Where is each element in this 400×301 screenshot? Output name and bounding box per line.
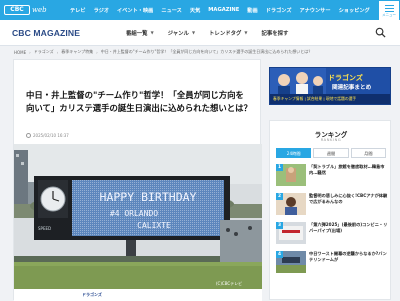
ranking-item[interactable]: 3 「第六弾2025」(最後前の)コンビニ・リバーパイプ(出場) bbox=[276, 222, 388, 248]
breadcrumb-home[interactable]: HOME bbox=[14, 50, 26, 55]
nav-dragons[interactable]: ドラゴンズ bbox=[262, 7, 296, 14]
nav-announcer[interactable]: アナウンサー bbox=[296, 7, 335, 14]
subnav-programs[interactable]: 番組一覧 ▼ bbox=[126, 29, 154, 37]
ranking-item[interactable]: 1 「契トラブル」旅館を徹底取材…韓島市内…騒然 bbox=[276, 164, 388, 190]
nav-tv[interactable]: テレビ bbox=[66, 7, 90, 14]
magazine-brand[interactable]: CBC MAGAZINE bbox=[0, 28, 126, 38]
logo-box: CBC bbox=[4, 5, 30, 15]
banner-subtitle: 関連記事まとめ bbox=[332, 85, 372, 91]
chevron-down-icon: ▼ bbox=[244, 30, 248, 35]
global-nav: テレビ ラジオ イベント・映画 ニュース 天気 MAGAZINE 動画 ドラゴン… bbox=[66, 0, 400, 20]
ranking-tab-24h[interactable]: 24時間 bbox=[276, 148, 312, 158]
nav-video[interactable]: 動画 bbox=[243, 7, 261, 14]
article-date-text: 2025/02/10 16:37 bbox=[33, 133, 69, 138]
ranking-panel: ランキング RANKING 24時間 週間 月間 1 「契トラブル」旅館を徹底取… bbox=[269, 120, 391, 300]
cbc-web-logo[interactable]: CBC web bbox=[0, 0, 66, 20]
article-date: 2025/02/10 16:37 bbox=[26, 133, 69, 138]
subnav-genre[interactable]: ジャンル ▼ bbox=[168, 29, 195, 37]
ranking-tab-weekly[interactable]: 週間 bbox=[313, 148, 349, 158]
svg-text:SPEED: SPEED bbox=[38, 226, 51, 231]
top-bar: CBC web テレビ ラジオ イベント・映画 ニュース 天気 MAGAZINE… bbox=[0, 0, 400, 20]
article-tag-strip bbox=[14, 289, 262, 301]
ranking-tabs: 24時間 週間 月間 bbox=[276, 148, 386, 158]
ranking-item[interactable]: 4 中日ワースト開幕の逆襲からなるか?バンテリンドームが bbox=[276, 251, 388, 277]
nav-event-movie[interactable]: イベント・映画 bbox=[113, 7, 157, 14]
subnav-trend-tag[interactable]: トレンドタグ ▼ bbox=[209, 29, 247, 37]
ranking-item-text: 「第六弾2025」(最後前の)コンビニ・リバーパイプ(出場) bbox=[309, 222, 388, 233]
ranking-item-text: 「契トラブル」旅館を徹底取材…韓島市内…騒然 bbox=[309, 164, 385, 175]
breadcrumb-separator: › bbox=[29, 49, 31, 55]
menu-button[interactable]: メニュー bbox=[378, 0, 400, 22]
ranking-tab-monthly[interactable]: 月間 bbox=[350, 148, 386, 158]
breadcrumb-separator: › bbox=[56, 49, 59, 55]
ranking-number: 3 bbox=[276, 222, 283, 229]
subnav-programs-label: 番組一覧 bbox=[126, 30, 148, 37]
scoreboard-line-1: HAPPY BIRTHDAY bbox=[100, 190, 197, 204]
breadcrumb-separator: › bbox=[96, 49, 98, 55]
dragons-tag[interactable]: ドラゴンズ bbox=[82, 292, 102, 298]
ranking-thumbnail: 4 bbox=[276, 251, 306, 273]
nav-weather[interactable]: 天気 bbox=[186, 7, 204, 14]
ranking-number: 2 bbox=[276, 193, 283, 200]
clock-icon bbox=[26, 133, 31, 138]
ranking-item[interactable]: 2 監督明の悲しみに心抜く!CBCアナが体験で広がるみんなの bbox=[276, 193, 388, 219]
ranking-number: 4 bbox=[276, 251, 283, 258]
subnav-search-articles-label: 記事を探す bbox=[261, 30, 289, 37]
magazine-header: CBC MAGAZINE 番組一覧 ▼ ジャンル ▼ トレンドタグ ▼ 記事を探す bbox=[0, 20, 400, 46]
search-icon[interactable] bbox=[375, 27, 386, 38]
scoreboard-line-3: CALIXTE bbox=[137, 221, 171, 230]
chevron-down-icon: ▼ bbox=[191, 30, 196, 35]
banner-strip: 春季キャンプ情報 | 試合結果 | 現地で話題の選手 bbox=[270, 94, 390, 104]
magazine-subnav: 番組一覧 ▼ ジャンル ▼ トレンドタグ ▼ 記事を探す bbox=[126, 29, 302, 37]
subnav-genre-label: ジャンル bbox=[167, 30, 189, 37]
ranking-thumbnail: 3 bbox=[276, 222, 306, 244]
stadium-scoreboard-photo: SPEED HAPPY BIRTHDAY #4 ORLANDO CALIXTE bbox=[14, 144, 262, 290]
article-headline: 中日・井上監督の"チーム作り"哲学！「全員が同じ方向を向いて」カリステ選手の誕生… bbox=[26, 90, 252, 113]
ranking-number: 1 bbox=[276, 164, 283, 171]
ranking-thumbnail: 2 bbox=[276, 193, 306, 215]
logo-web-text: web bbox=[32, 6, 47, 14]
article-card: 中日・井上監督の"チーム作り"哲学！「全員が同じ方向を向いて」カリステ選手の誕生… bbox=[13, 59, 262, 301]
breadcrumb-dragons[interactable]: ドラゴンズ bbox=[34, 49, 54, 55]
article-hero-image: SPEED HAPPY BIRTHDAY #4 ORLANDO CALIXTE bbox=[14, 144, 262, 290]
subnav-trend-tag-label: トレンドタグ bbox=[209, 30, 242, 37]
scoreboard-line-2: #4 ORLANDO bbox=[110, 209, 158, 218]
breadcrumb: HOME › ドラゴンズ › 春季キャンプ特集 › 中日・井上監督の"チーム作り… bbox=[14, 49, 312, 55]
hamburger-icon bbox=[384, 4, 394, 12]
ranking-item-text: 中日ワースト開幕の逆襲からなるか?バンテリンドームが bbox=[309, 251, 387, 262]
breadcrumb-camp[interactable]: 春季キャンプ特集 bbox=[61, 49, 93, 55]
banner-title: ドラゴンズ bbox=[328, 74, 363, 82]
nav-radio[interactable]: ラジオ bbox=[90, 7, 113, 14]
nav-news[interactable]: ニュース bbox=[157, 7, 186, 14]
photo-watermark: (C)CBCテレビ bbox=[216, 280, 242, 286]
dragons-banner[interactable]: ドラゴンズ 関連記事まとめ 春季キャンプ情報 | 試合結果 | 現地で話題の選手 bbox=[269, 67, 391, 105]
nav-magazine[interactable]: MAGAZINE bbox=[204, 7, 243, 13]
ranking-item-text: 監督明の悲しみに心抜く!CBCアナが体験で広がるみんなの bbox=[309, 193, 388, 204]
chevron-down-icon: ▼ bbox=[150, 30, 154, 35]
ranking-thumbnail: 1 bbox=[276, 164, 306, 186]
ranking-subtitle: RANKING bbox=[320, 138, 342, 142]
nav-shopping[interactable]: ショッピング bbox=[335, 7, 374, 14]
subnav-search-articles[interactable]: 記事を探す bbox=[261, 29, 288, 37]
breadcrumb-current: 中日・井上監督の"チーム作り"哲学！「全員が同じ方向を向いて」カリステ選手の誕生… bbox=[100, 49, 313, 54]
menu-label: メニュー bbox=[382, 12, 396, 17]
